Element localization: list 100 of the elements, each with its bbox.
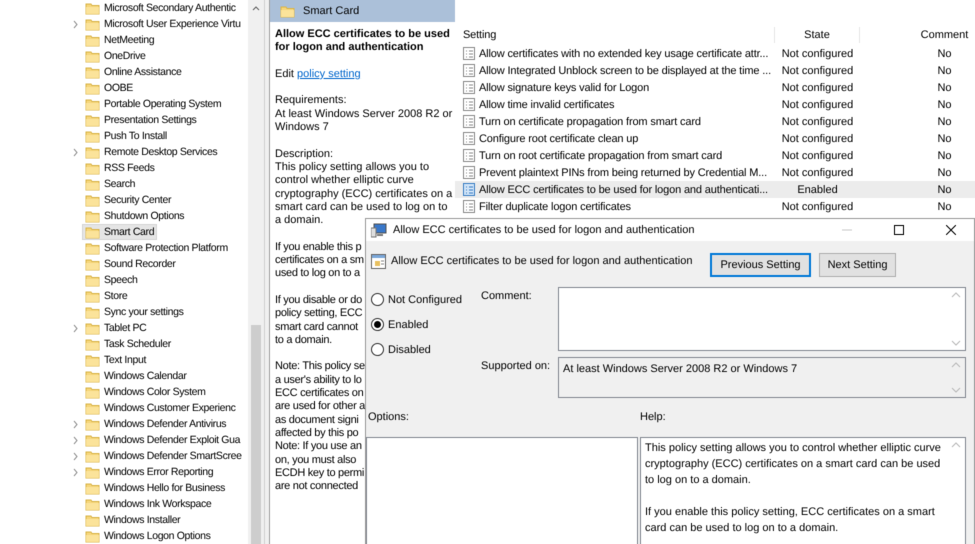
folder-icon bbox=[85, 209, 100, 223]
radio-option[interactable]: Not Configured bbox=[371, 287, 481, 312]
table-row[interactable]: Allow certificates with no extended key usage certificate attr... Not configured No bbox=[455, 45, 975, 62]
table-cell-text: Turn on root certificate propagation from smart card bbox=[479, 148, 722, 164]
table-cell-text: No bbox=[936, 132, 953, 146]
tree-item[interactable]: Windows Defender SmartScree bbox=[82, 448, 245, 464]
table-cell-text: No bbox=[936, 182, 953, 198]
table-row[interactable]: Allow signature keys valid for Logon Not configured No bbox=[455, 79, 975, 96]
tree-item[interactable]: Text Input bbox=[82, 352, 150, 368]
tree-item[interactable]: Windows Customer Experienc bbox=[82, 400, 239, 416]
description-line: are used for other a bbox=[275, 400, 366, 414]
radio-icon[interactable] bbox=[371, 318, 384, 331]
table-row[interactable]: Turn on certificate propagation from smart card Not configured No bbox=[455, 113, 975, 130]
tree-item[interactable]: Windows Error Reporting bbox=[82, 464, 216, 480]
radio-option[interactable]: Disabled bbox=[371, 337, 481, 362]
tree-item[interactable]: Task Scheduler bbox=[82, 336, 174, 352]
folder-icon bbox=[85, 305, 100, 319]
table-cell-text: No bbox=[936, 80, 953, 96]
setting-button[interactable]: Next Setting bbox=[818, 253, 896, 278]
description-line: affected by this po bbox=[275, 426, 358, 440]
table-cell-text: Not configured bbox=[780, 114, 854, 130]
tree-item[interactable]: Presentation Settings bbox=[82, 112, 200, 128]
policy-setting-link[interactable]: policy setting bbox=[297, 68, 361, 80]
supported-field: At least Windows Server 2008 R2 or Windows 7 bbox=[558, 357, 966, 398]
tree-item[interactable]: Windows Defender Exploit Gua bbox=[82, 432, 244, 448]
tree-item[interactable]: Windows Logon Options bbox=[82, 528, 214, 544]
description-line: used to log on to a bbox=[275, 267, 360, 281]
close-icon[interactable] bbox=[946, 225, 956, 236]
tree-item[interactable]: Microsoft User Experience Virtu bbox=[82, 16, 244, 32]
column-header[interactable]: State bbox=[775, 27, 860, 43]
table-cell-text: No bbox=[936, 98, 953, 112]
tree-item[interactable]: Sound Recorder bbox=[82, 256, 179, 272]
tree-item[interactable]: Windows Ink Workspace bbox=[82, 496, 214, 512]
folder-icon bbox=[85, 257, 100, 271]
description-line: Note: If you use an bbox=[275, 440, 362, 454]
folder-icon bbox=[85, 113, 100, 127]
scroll-up-icon[interactable] bbox=[251, 4, 261, 13]
table-row[interactable]: Allow ECC certificates to be used for logon and authenticati... Enabled No bbox=[455, 181, 975, 198]
folder-icon bbox=[85, 273, 100, 287]
tree-item[interactable]: Portable Operating System bbox=[82, 96, 224, 112]
folder-icon bbox=[85, 17, 100, 31]
column-header[interactable]: Comment bbox=[860, 27, 975, 43]
tree-item[interactable]: Tablet PC bbox=[82, 320, 150, 336]
table-row[interactable]: Prevent plaintext PINs from being returned by Credential M... Not configured No bbox=[455, 164, 975, 181]
folder-icon bbox=[85, 225, 100, 239]
tree-item[interactable]: Shutdown Options bbox=[82, 208, 188, 224]
tree-item[interactable]: NetMeeting bbox=[82, 32, 158, 48]
requirements-text: At least Windows Server 2008 R2 or Windows 7 bbox=[275, 108, 454, 134]
folder-icon bbox=[85, 353, 100, 367]
folder-icon bbox=[85, 129, 100, 143]
tree-item[interactable]: Windows Calendar bbox=[82, 368, 190, 384]
scrollbar[interactable] bbox=[248, 0, 264, 544]
tree-item[interactable]: Security Center bbox=[82, 192, 174, 208]
policy-icon bbox=[463, 64, 475, 77]
description-line: Note: This policy se bbox=[275, 360, 365, 374]
tree-item[interactable]: Push To Install bbox=[82, 128, 170, 144]
table-row[interactable]: Turn on root certificate propagation from smart card Not configured No bbox=[455, 147, 975, 164]
table-row[interactable]: Configure root certificate clean up Not configured No bbox=[455, 130, 975, 147]
tree-item[interactable]: RSS Feeds bbox=[82, 160, 158, 176]
policy-icon bbox=[463, 115, 475, 128]
column-header[interactable]: Setting bbox=[455, 27, 775, 43]
tree-item[interactable]: Software Protection Platform bbox=[82, 240, 231, 256]
tree-item[interactable]: Speech bbox=[82, 272, 141, 288]
table-row[interactable]: Allow time invalid certificates Not configured No bbox=[455, 96, 975, 113]
table-cell-text: No bbox=[936, 46, 953, 62]
folder-icon bbox=[85, 465, 100, 479]
folder-icon bbox=[85, 65, 100, 79]
setting-button[interactable]: Previous Setting bbox=[710, 253, 811, 278]
folder-icon bbox=[85, 97, 100, 111]
policy-icon bbox=[463, 81, 475, 94]
tree-item[interactable]: OOBE bbox=[82, 80, 136, 96]
tree-item[interactable]: Windows Defender Antivirus bbox=[82, 416, 230, 432]
table-row[interactable]: Allow Integrated Unblock screen to be displayed at the time ... Not configured No bbox=[455, 62, 975, 79]
tree-item[interactable]: Windows Color System bbox=[82, 384, 209, 400]
description-line: ECC certificates on bbox=[275, 387, 364, 400]
table-row[interactable]: Filter duplicate logon certificates Not configured No bbox=[455, 198, 975, 215]
tree-item[interactable]: Search bbox=[82, 176, 138, 192]
radio-icon[interactable] bbox=[371, 293, 384, 306]
folder-icon bbox=[85, 481, 100, 495]
tree-item[interactable]: Remote Desktop Services bbox=[82, 144, 220, 160]
comment-field[interactable] bbox=[558, 287, 966, 351]
tree-item[interactable]: Online Assistance bbox=[82, 64, 185, 80]
table-cell-text: Not configured bbox=[780, 64, 854, 78]
pane-splitter[interactable] bbox=[264, 0, 270, 544]
maximize-icon[interactable] bbox=[894, 225, 904, 236]
folder-icon bbox=[85, 321, 100, 335]
tree-item[interactable]: Windows Installer bbox=[82, 512, 184, 528]
tree-item[interactable]: Microsoft Secondary Authentic bbox=[82, 0, 239, 16]
policy-icon bbox=[463, 166, 475, 179]
folder-icon bbox=[85, 49, 100, 63]
table-cell-text: No bbox=[936, 166, 953, 180]
radio-icon[interactable] bbox=[371, 343, 384, 356]
field-label: Supported on: bbox=[481, 360, 550, 372]
tree-item[interactable]: OneDrive bbox=[82, 48, 149, 64]
radio-option[interactable]: Enabled bbox=[371, 312, 481, 337]
description-line: a user's ability to lo bbox=[275, 374, 362, 388]
tree-item[interactable]: Smart Card bbox=[82, 224, 158, 240]
tree-item[interactable]: Sync your settings bbox=[82, 304, 186, 320]
tree-item[interactable]: Store bbox=[82, 288, 130, 304]
tree-item[interactable]: Windows Hello for Business bbox=[82, 480, 228, 496]
